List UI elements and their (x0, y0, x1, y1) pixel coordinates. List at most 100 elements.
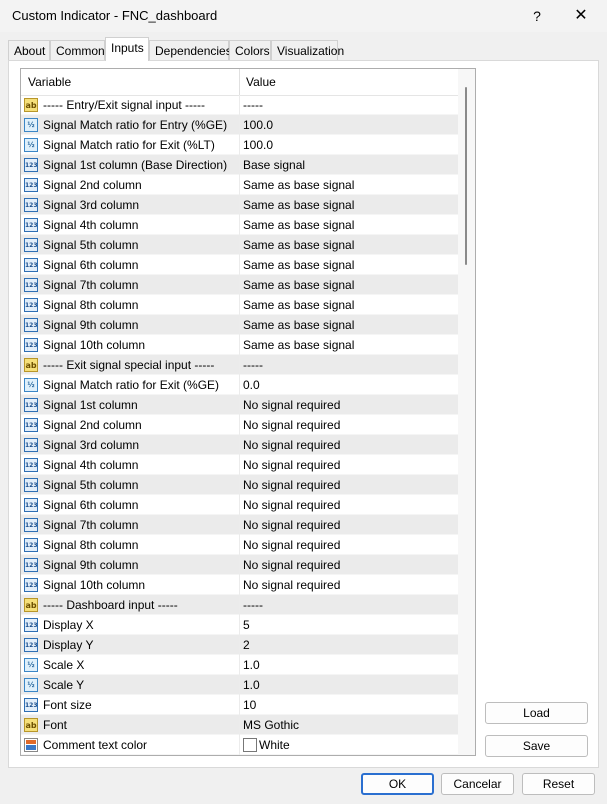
tab-dependencies[interactable]: Dependencies (149, 40, 232, 60)
grid-row[interactable]: 123 Signal 3rd column No signal required (21, 435, 458, 455)
grid-row[interactable]: 123 Signal 4th column No signal required (21, 455, 458, 475)
value-cell[interactable]: Same as base signal (243, 298, 354, 312)
value-cell[interactable]: MS Gothic (243, 718, 299, 732)
variable-name: Signal 8th column (43, 298, 139, 312)
integer-type-icon: 123 (24, 438, 38, 452)
cell-divider (239, 175, 240, 195)
value-cell[interactable]: 100.0 (243, 118, 273, 132)
value-cell[interactable]: 2 (243, 638, 250, 652)
value-cell[interactable]: Base signal (243, 158, 305, 172)
value-cell[interactable]: No signal required (243, 518, 340, 532)
integer-type-icon: 123 (24, 418, 38, 432)
grid-row[interactable]: 123 Signal 6th column No signal required (21, 495, 458, 515)
inputs-grid: Variable Value ab ----- Entry/Exit signal… (20, 68, 476, 756)
cancel-button[interactable]: Cancelar (441, 773, 514, 795)
grid-row[interactable]: 123 Font size 10 (21, 695, 458, 715)
value-cell[interactable]: No signal required (243, 398, 340, 412)
value-cell[interactable]: 1.0 (243, 678, 260, 692)
grid-scrollbar[interactable] (458, 69, 475, 755)
value-cell[interactable]: 0.0 (243, 378, 260, 392)
ok-button[interactable]: OK (361, 773, 434, 795)
value-cell[interactable]: Same as base signal (243, 318, 354, 332)
grid-row[interactable]: 123 Signal 9th column No signal required (21, 555, 458, 575)
grid-row[interactable]: 123 Signal 10th column Same as base signal (21, 335, 458, 355)
scroll-thumb[interactable] (465, 87, 467, 265)
grid-row[interactable]: 123 Signal 6th column Same as base signal (21, 255, 458, 275)
grid-row[interactable]: 123 Signal 1st column (Base Direction) Bas… (21, 155, 458, 175)
value-cell[interactable]: ----- (243, 598, 263, 612)
value-cell[interactable]: ----- (243, 98, 263, 112)
color-swatch[interactable] (243, 738, 257, 752)
help-button[interactable]: ? (514, 0, 560, 32)
value-cell[interactable]: Same as base signal (243, 218, 354, 232)
double-type-icon: ½ (24, 118, 38, 132)
grid-row[interactable]: ½ Scale Y 1.0 (21, 675, 458, 695)
grid-row[interactable]: ab ----- Dashboard input ----- ----- (21, 595, 458, 615)
grid-row[interactable]: ½ Signal Match ratio for Exit (%GE) 0.0 (21, 375, 458, 395)
grid-row[interactable]: 123 Display Y 2 (21, 635, 458, 655)
grid-row[interactable]: ab ----- Exit signal special input ----- -… (21, 355, 458, 375)
value-cell[interactable]: Same as base signal (243, 238, 354, 252)
grid-row[interactable]: 123 Signal 3rd column Same as base signal (21, 195, 458, 215)
grid-row[interactable]: 123 Signal 7th column Same as base signal (21, 275, 458, 295)
tab-common[interactable]: Common (50, 40, 105, 60)
grid-row[interactable]: ½ Signal Match ratio for Exit (%LT) 100.0 (21, 135, 458, 155)
variable-name: Comment text color (43, 738, 148, 752)
value-cell[interactable]: No signal required (243, 578, 340, 592)
value-cell[interactable]: Same as base signal (243, 178, 354, 192)
grid-row[interactable]: 123 Signal 4th column Same as base signal (21, 215, 458, 235)
grid-row[interactable]: 123 Signal 7th column No signal required (21, 515, 458, 535)
value-cell[interactable]: Same as base signal (243, 278, 354, 292)
tab-visualization[interactable]: Visualization (271, 40, 344, 60)
grid-row[interactable]: ½ Signal Match ratio for Entry (%GE) 100.0 (21, 115, 458, 135)
close-button[interactable]: ✕ (558, 0, 604, 32)
value-cell[interactable]: Same as base signal (243, 338, 354, 352)
column-header-variable[interactable]: Variable (28, 75, 71, 89)
value-cell[interactable]: 100.0 (243, 138, 273, 152)
variable-name: Signal 7th column (43, 278, 139, 292)
grid-row[interactable]: 123 Signal 8th column No signal required (21, 535, 458, 555)
value-cell[interactable]: No signal required (243, 498, 340, 512)
save-button[interactable]: Save (485, 735, 588, 757)
value-cell[interactable]: No signal required (243, 558, 340, 572)
cell-divider (239, 595, 240, 615)
variable-name: Signal Match ratio for Exit (%LT) (43, 138, 215, 152)
value-cell[interactable]: No signal required (243, 418, 340, 432)
value-cell[interactable]: No signal required (243, 458, 340, 472)
value-cell[interactable]: No signal required (243, 538, 340, 552)
tab-about[interactable]: About (8, 40, 50, 60)
grid-row[interactable]: 123 Signal 2nd column Same as base signal (21, 175, 458, 195)
column-divider[interactable] (239, 69, 240, 95)
value-cell[interactable]: ----- (243, 358, 263, 372)
value-cell[interactable]: Same as base signal (243, 258, 354, 272)
value-cell[interactable]: Same as base signal (243, 198, 354, 212)
variable-name: ----- Entry/Exit signal input ----- (43, 98, 206, 112)
value-cell[interactable]: 10 (243, 698, 256, 712)
value-cell[interactable]: White (259, 738, 290, 752)
reset-button[interactable]: Reset (522, 773, 595, 795)
variable-name: Signal 5th column (43, 238, 139, 252)
variable-name: Font size (43, 698, 92, 712)
grid-row[interactable]: 123 Signal 9th column Same as base signal (21, 315, 458, 335)
value-cell[interactable]: No signal required (243, 438, 340, 452)
grid-row[interactable]: ab Font MS Gothic (21, 715, 458, 735)
grid-row[interactable]: Comment text color White (21, 735, 458, 755)
grid-row[interactable]: ab ----- Entry/Exit signal input ----- ---… (21, 95, 458, 115)
tab-inputs[interactable]: Inputs (105, 37, 149, 61)
value-cell[interactable]: 1.0 (243, 658, 260, 672)
grid-row[interactable]: 123 Display X 5 (21, 615, 458, 635)
tab-colors[interactable]: Colors (229, 40, 271, 60)
grid-row[interactable]: 123 Signal 5th column Same as base signal (21, 235, 458, 255)
grid-row[interactable]: 123 Signal 8th column Same as base signal (21, 295, 458, 315)
grid-row[interactable]: 123 Signal 5th column No signal required (21, 475, 458, 495)
grid-row[interactable]: 123 Signal 2nd column No signal required (21, 415, 458, 435)
value-cell[interactable]: No signal required (243, 478, 340, 492)
column-header-value[interactable]: Value (246, 75, 276, 89)
value-cell[interactable]: 5 (243, 618, 250, 632)
grid-row[interactable]: ½ Scale X 1.0 (21, 655, 458, 675)
grid-row[interactable]: 123 Signal 1st column No signal required (21, 395, 458, 415)
variable-name: Signal Match ratio for Entry (%GE) (43, 118, 228, 132)
load-button[interactable]: Load (485, 702, 588, 724)
grid-rows: ab ----- Entry/Exit signal input ----- ---… (21, 95, 458, 755)
grid-row[interactable]: 123 Signal 10th column No signal required (21, 575, 458, 595)
